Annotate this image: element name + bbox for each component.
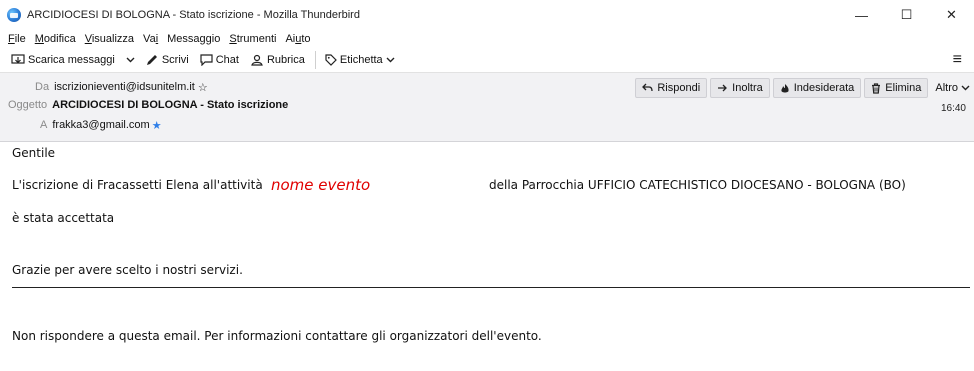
message-header: Da iscrizionieventi@idsunitelm.it ☆ Ogge…: [0, 73, 974, 142]
junk-label: Indesiderata: [793, 82, 855, 94]
get-messages-button[interactable]: Scarica messaggi: [8, 50, 118, 70]
write-label: Scrivi: [161, 53, 189, 66]
chat-icon: [200, 53, 213, 66]
chevron-down-icon: [386, 57, 395, 62]
subject-row: Oggetto ARCIDIOCESI DI BOLOGNA - Stato i…: [8, 95, 288, 115]
menu-edit[interactable]: Modifica: [35, 33, 76, 45]
write-button[interactable]: Scrivi: [143, 50, 192, 70]
subject-value: ARCIDIOCESI DI BOLOGNA - Stato iscrizion…: [52, 99, 289, 111]
minimize-button[interactable]: —: [839, 0, 884, 30]
tag-button[interactable]: Etichetta: [322, 50, 401, 70]
menu-go[interactable]: Vai: [143, 33, 158, 45]
thunderbird-icon: [7, 8, 21, 22]
enrollment-text: L'iscrizione di Fracassetti Elena all'at…: [12, 178, 263, 192]
event-name: nome evento: [271, 176, 371, 194]
chat-label: Chat: [215, 53, 239, 66]
thanks-text: Grazie per avere scelto i nostri servizi…: [12, 263, 243, 277]
to-value[interactable]: frakka3@gmail.com: [52, 119, 149, 131]
subject-label: Oggetto: [8, 99, 48, 111]
get-messages-dropdown[interactable]: [123, 50, 141, 70]
menu-file[interactable]: File: [8, 33, 26, 45]
from-row: Da iscrizionieventi@idsunitelm.it ☆: [35, 77, 208, 97]
more-label: Altro: [935, 82, 958, 94]
tag-icon: [325, 53, 337, 66]
menu-tools[interactable]: Strumenti: [229, 33, 276, 45]
trash-icon: [872, 82, 881, 94]
tag-label: Etichetta: [339, 53, 383, 66]
pencil-icon: [146, 54, 157, 65]
chevron-down-icon: [961, 85, 970, 91]
from-label: Da: [35, 81, 50, 93]
forward-button[interactable]: Inoltra: [710, 78, 770, 98]
message-body: Gentile L'iscrizione di Fracassetti Elen…: [0, 142, 974, 371]
delete-button[interactable]: Elimina: [864, 78, 929, 98]
forward-label: Inoltra: [732, 82, 763, 94]
app-menu-icon[interactable]: ≡: [953, 51, 962, 69]
accepted-text: è stata accettata: [12, 211, 115, 225]
menu-bar: File Modifica Visualizza Vai Messaggio S…: [0, 30, 974, 47]
to-row: A frakka3@gmail.com ★: [40, 115, 162, 135]
reply-button[interactable]: Rispondi: [635, 78, 708, 98]
from-value[interactable]: iscrizionieventi@idsunitelm.it: [54, 81, 195, 93]
horizontal-rule: [12, 287, 970, 288]
menu-view[interactable]: Visualizza: [85, 33, 134, 45]
window-controls: — ☐ ✕: [839, 0, 974, 30]
star-outline-icon[interactable]: ☆: [198, 81, 208, 94]
menu-message[interactable]: Messaggio: [167, 33, 220, 45]
reply-icon: [642, 83, 654, 92]
address-book-button[interactable]: Rubrica: [247, 50, 308, 70]
delete-label: Elimina: [885, 82, 922, 94]
star-filled-icon[interactable]: ★: [152, 119, 162, 132]
get-messages-label: Scarica messaggi: [28, 53, 115, 66]
message-actions: Rispondi Inoltra Indesiderata Elimina Al…: [635, 78, 974, 98]
reply-label: Rispondi: [657, 82, 701, 94]
toolbar-separator: [314, 50, 316, 69]
close-button[interactable]: ✕: [929, 0, 974, 30]
title-bar: ARCIDIOCESI DI BOLOGNA - Stato iscrizion…: [0, 0, 974, 30]
contacts-icon: [251, 54, 263, 66]
forward-arrow-icon: [718, 84, 728, 92]
fire-icon: [781, 83, 789, 92]
message-date: 16:40: [940, 103, 966, 114]
main-toolbar: Scarica messaggi Scrivi Chat Rubrica Eti…: [0, 47, 974, 73]
menu-help[interactable]: Aiuto: [285, 33, 310, 45]
junk-button[interactable]: Indesiderata: [772, 78, 862, 98]
address-book-label: Rubrica: [266, 53, 305, 66]
greeting: Gentile: [12, 146, 56, 160]
download-icon: [11, 53, 25, 64]
window-title: ARCIDIOCESI DI BOLOGNA - Stato iscrizion…: [27, 9, 360, 21]
parish-text: della Parrocchia UFFICIO CATECHISTICO DI…: [489, 178, 906, 192]
chevron-down-icon: [126, 57, 135, 62]
to-label: A: [40, 119, 48, 131]
more-button[interactable]: Altro: [931, 78, 974, 98]
chat-button[interactable]: Chat: [197, 50, 242, 70]
maximize-button[interactable]: ☐: [884, 0, 929, 30]
footer-note: Non rispondere a questa email. Per infor…: [12, 329, 542, 343]
